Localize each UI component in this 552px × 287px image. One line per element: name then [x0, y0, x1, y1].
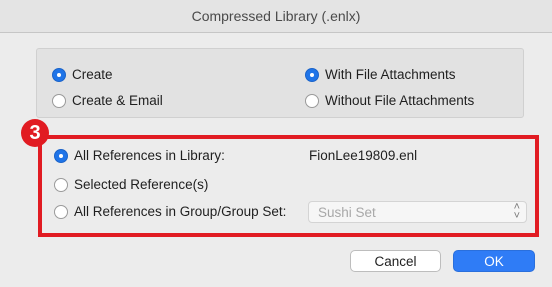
radio-without-attachments[interactable]: Without File Attachments [305, 93, 474, 108]
radio-create-label: Create [72, 67, 113, 82]
radio-unselected-icon [54, 204, 68, 219]
group-set-select-value: Sushi Set [318, 205, 376, 220]
radio-selected-icon [52, 67, 66, 82]
radio-create-email[interactable]: Create & Email [52, 93, 163, 108]
radio-selected-icon [305, 67, 319, 82]
radio-without-attachments-label: Without File Attachments [325, 93, 475, 108]
radio-unselected-icon [305, 93, 319, 108]
step-badge: 3 [21, 119, 49, 147]
radio-all-references-label: All References in Library: [74, 148, 225, 163]
radio-selected-icon [54, 148, 68, 163]
radio-selected-references-label: Selected Reference(s) [74, 177, 209, 192]
radio-with-attachments[interactable]: With File Attachments [305, 67, 456, 82]
chevron-updown-icon: ˄ ˅ [513, 201, 520, 222]
radio-create[interactable]: Create [52, 67, 113, 82]
cancel-button[interactable]: Cancel [350, 250, 441, 272]
radio-unselected-icon [54, 177, 68, 192]
title-bar: Compressed Library (.enlx) [0, 0, 552, 33]
ok-button[interactable]: OK [453, 250, 535, 272]
radio-selected-references[interactable]: Selected Reference(s) [54, 177, 208, 192]
radio-create-email-label: Create & Email [72, 93, 163, 108]
radio-with-attachments-label: With File Attachments [325, 67, 456, 82]
window-title: Compressed Library (.enlx) [191, 8, 361, 24]
radio-group-set-label: All References in Group/Group Set: [74, 204, 287, 219]
group-set-select[interactable]: Sushi Set ˄ ˅ [308, 201, 527, 223]
radio-group-set[interactable]: All References in Group/Group Set: [54, 204, 286, 219]
radio-all-references[interactable]: All References in Library: [54, 148, 225, 163]
radio-unselected-icon [52, 93, 66, 108]
library-filename: FionLee19809.enl [309, 148, 418, 163]
